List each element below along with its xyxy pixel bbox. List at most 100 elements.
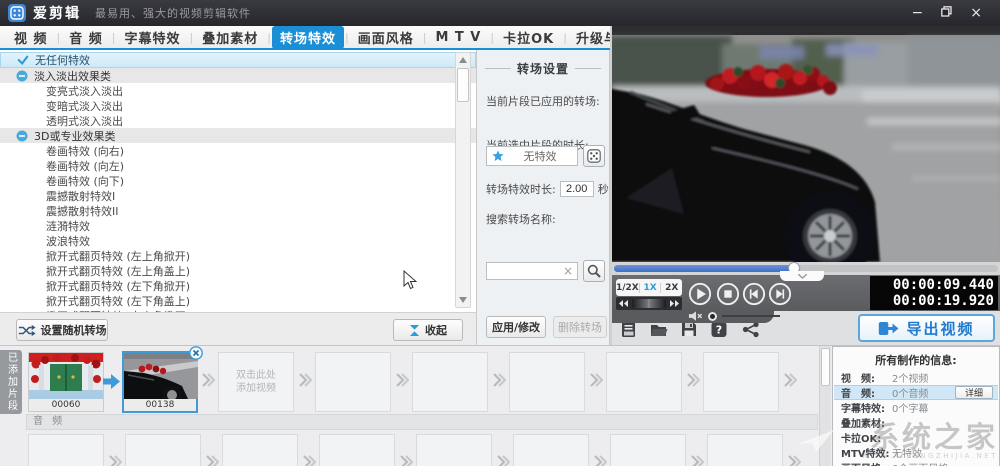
effect-item[interactable]: 掀开式翻页特效 (左下角盖上): [0, 293, 476, 308]
timeline-clip-1[interactable]: 00060: [28, 352, 104, 412]
stop-button[interactable]: [716, 282, 740, 306]
effect-item[interactable]: 震撼散射特效I: [0, 188, 476, 203]
effect-item-none-selected[interactable]: 无任何特效: [0, 52, 476, 68]
applied-transition-box[interactable]: 无特效: [486, 146, 578, 166]
jog-wheel[interactable]: [632, 299, 666, 308]
save-icon[interactable]: [680, 321, 698, 338]
tab-picture-style[interactable]: 画面风格: [350, 26, 422, 49]
effect-item[interactable]: 变亮式淡入淡出: [0, 83, 476, 98]
effect-item[interactable]: 卷画特效 (向下): [0, 173, 476, 188]
effect-item[interactable]: 震撼散射特效II: [0, 203, 476, 218]
help-icon[interactable]: ?: [710, 321, 728, 338]
collapse-group-icon: [16, 70, 28, 82]
tab-overlay-materials[interactable]: 叠加素材: [194, 26, 266, 49]
speed-half-button[interactable]: 1/2X: [616, 283, 640, 293]
effect-item[interactable]: 透明式淡入淡出: [0, 113, 476, 128]
info-value: 0个字幕: [892, 400, 998, 415]
effect-item[interactable]: 卷画特效 (向右): [0, 143, 476, 158]
slot-chevron-icon: [299, 372, 312, 388]
scroll-down-icon[interactable]: [456, 293, 470, 307]
random-transition-button[interactable]: 设置随机转场: [16, 319, 108, 341]
clip-2-label: 00138: [124, 399, 196, 411]
random-pick-dice-button[interactable]: [583, 145, 605, 167]
add-video-placeholder[interactable]: 双击此处 添加视频: [218, 352, 294, 412]
added-clips-tab[interactable]: 已添加片段: [0, 350, 22, 414]
effects-list-scrollbar[interactable]: [455, 52, 471, 308]
timeline-clip-2-selected[interactable]: 00138: [122, 351, 198, 413]
speed-1x-button[interactable]: 1X: [640, 283, 662, 293]
empty-audio-slot[interactable]: [319, 434, 395, 466]
export-video-button[interactable]: 导出视频: [858, 314, 995, 342]
empty-clip-slot[interactable]: [703, 352, 779, 412]
tab-transition-effects[interactable]: 转场特效: [272, 26, 344, 49]
search-icon: [587, 264, 601, 278]
empty-clip-slot[interactable]: [509, 352, 585, 412]
search-button[interactable]: [583, 260, 605, 282]
info-label: 卡拉OK:: [834, 430, 892, 445]
info-label: MTV特效:: [834, 445, 892, 460]
export-mp4-icon[interactable]: [620, 321, 638, 338]
slot-chevron-icon: [109, 454, 122, 466]
empty-clip-slot[interactable]: [315, 352, 391, 412]
info-row-audio: 音 频: 0个音频 详细: [834, 385, 998, 400]
empty-audio-slot[interactable]: [222, 434, 298, 466]
share-icon[interactable]: [742, 321, 760, 338]
mute-icon[interactable]: [688, 310, 703, 322]
play-button[interactable]: [688, 282, 712, 306]
volume-knob[interactable]: [708, 312, 717, 321]
empty-audio-slot[interactable]: [125, 434, 201, 466]
app-logo-icon: [8, 4, 26, 22]
empty-audio-slot[interactable]: [707, 434, 783, 466]
empty-audio-slot[interactable]: [610, 434, 686, 466]
effect-item[interactable]: 卷画特效 (向左): [0, 158, 476, 173]
remove-clip-icon[interactable]: [189, 346, 203, 360]
clear-search-icon[interactable]: ×: [559, 264, 577, 278]
minimize-button[interactable]: −: [912, 6, 924, 20]
tab-subtitle-effects[interactable]: 字幕特效: [117, 26, 189, 49]
mouse-cursor: [403, 270, 417, 290]
empty-clip-slot[interactable]: [412, 352, 488, 412]
tab-video[interactable]: 视 频: [6, 26, 56, 49]
effect-group-3d[interactable]: 3D或专业效果类: [0, 128, 476, 143]
effect-item-label: 掀开式翻页特效 (左下角盖上): [46, 293, 190, 309]
scroll-up-icon[interactable]: [456, 53, 470, 67]
settings-title-row: 转场设置: [485, 60, 601, 77]
scrollbar-thumb[interactable]: [457, 68, 469, 102]
effect-item[interactable]: 涟漪特效: [0, 218, 476, 233]
maximize-button[interactable]: [941, 6, 952, 20]
empty-clip-slot[interactable]: [606, 352, 682, 412]
effect-item[interactable]: 变暗式淡入淡出: [0, 98, 476, 113]
tab-mtv[interactable]: M T V: [427, 28, 489, 47]
speed-2x-button[interactable]: 2X: [661, 283, 682, 293]
video-preview[interactable]: [612, 26, 1000, 262]
detail-button[interactable]: 详细: [955, 386, 993, 399]
info-label: 画面风格:: [834, 460, 892, 466]
effect-item[interactable]: 波浪特效: [0, 233, 476, 248]
transition-duration-input[interactable]: [560, 181, 594, 197]
apply-modify-button[interactable]: 应用/修改: [486, 316, 546, 338]
timeline-scrollbar[interactable]: [819, 346, 831, 466]
effect-group-fade[interactable]: 淡入淡出效果类: [0, 68, 476, 83]
delete-transition-button[interactable]: 删除转场: [553, 316, 607, 338]
previous-frame-button[interactable]: [742, 282, 766, 306]
jog-shuttle[interactable]: [616, 297, 682, 310]
close-button[interactable]: ×: [970, 6, 982, 20]
search-transition-input[interactable]: [487, 264, 559, 278]
clip-1-label: 00060: [29, 399, 103, 411]
scrollbar-thumb[interactable]: [821, 348, 830, 386]
effect-item[interactable]: 掀开式翻页特效 (左上角掀开): [0, 248, 476, 263]
collapse-panel-button[interactable]: 收起: [393, 319, 463, 341]
tab-audio[interactable]: 音 频: [61, 26, 111, 49]
fast-forward-icon[interactable]: [670, 300, 679, 307]
open-folder-icon[interactable]: [650, 321, 668, 338]
empty-audio-slot[interactable]: [513, 434, 589, 466]
collapse-player-tab[interactable]: [780, 271, 824, 281]
rewind-icon[interactable]: [619, 300, 628, 307]
slot-chevron-icon: [497, 454, 510, 466]
next-frame-button[interactable]: [768, 282, 792, 306]
empty-audio-slot[interactable]: [416, 434, 492, 466]
empty-audio-slot[interactable]: [28, 434, 104, 466]
tab-karaoke[interactable]: 卡拉OK: [495, 26, 562, 49]
volume-slider[interactable]: [722, 315, 780, 317]
effect-item-label: 卷画特效 (向下): [46, 173, 124, 189]
